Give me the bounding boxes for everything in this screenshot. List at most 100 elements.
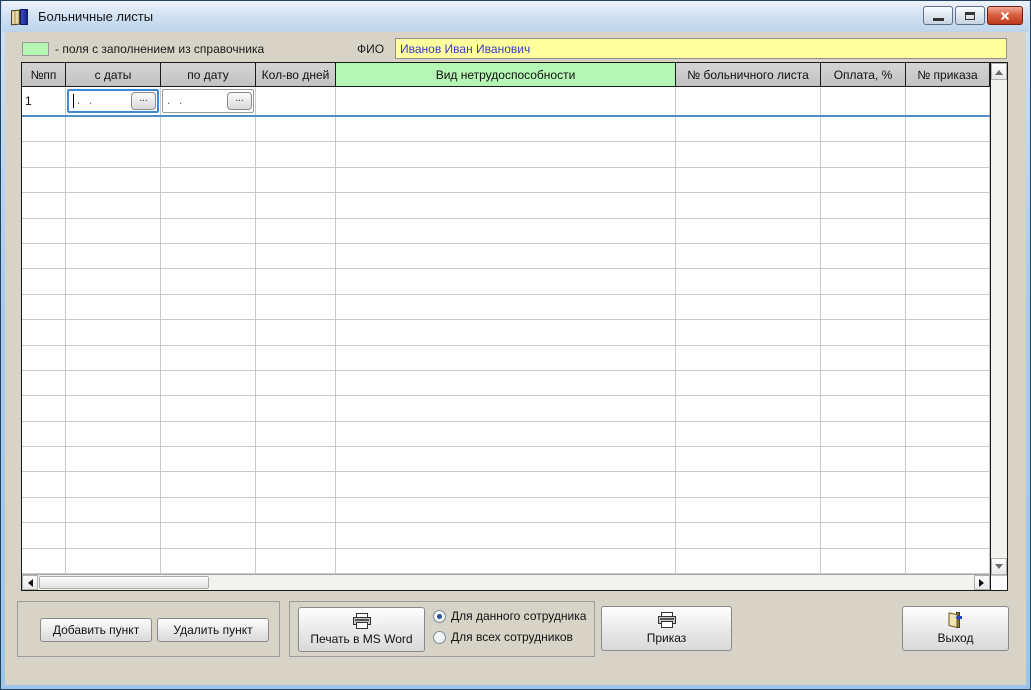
table-cell[interactable] (161, 193, 256, 218)
table-row[interactable] (22, 396, 990, 422)
table-cell[interactable] (161, 523, 256, 548)
table-row[interactable] (22, 345, 990, 371)
table-cell[interactable] (676, 243, 821, 269)
vertical-scrollbar[interactable] (990, 63, 1007, 590)
table-row[interactable] (22, 117, 990, 143)
table-cell[interactable] (821, 421, 906, 447)
horizontal-scrollbar[interactable] (22, 574, 990, 590)
table-cell[interactable] (336, 523, 676, 548)
table-cell[interactable] (821, 117, 906, 142)
radio-icon[interactable] (433, 630, 446, 644)
to-date-picker-button[interactable]: ... (227, 92, 252, 110)
table-row[interactable] (22, 370, 990, 397)
table-cell[interactable] (336, 117, 676, 142)
table-cell[interactable] (256, 523, 336, 548)
radio-icon[interactable] (433, 609, 446, 623)
table-row[interactable] (22, 142, 990, 168)
table-cell[interactable] (256, 320, 336, 345)
delete-item-button[interactable]: Удалить пункт (157, 618, 269, 642)
table-cell[interactable] (66, 472, 161, 497)
table-cell[interactable] (336, 447, 676, 472)
table-cell[interactable] (906, 117, 990, 142)
table-cell[interactable] (676, 117, 821, 142)
table-cell[interactable] (22, 320, 66, 345)
table-cell[interactable] (66, 193, 161, 218)
table-cell[interactable] (66, 269, 161, 294)
table-cell[interactable] (22, 243, 66, 269)
table-cell[interactable] (161, 548, 256, 574)
table-cell[interactable] (336, 167, 676, 193)
fio-input[interactable] (395, 38, 1007, 59)
table-cell[interactable] (22, 345, 66, 370)
radio-all-employees[interactable]: Для всех сотрудников (433, 630, 586, 644)
from-date-picker-button[interactable]: ... (131, 92, 156, 110)
table-cell[interactable] (22, 167, 66, 193)
table-cell[interactable] (256, 294, 336, 320)
table-cell[interactable] (821, 142, 906, 167)
table-cell[interactable] (256, 117, 336, 142)
table-cell[interactable] (676, 294, 821, 320)
table-row[interactable] (22, 193, 990, 219)
print-word-button[interactable]: Печать в MS Word (298, 607, 425, 652)
table-cell[interactable] (66, 294, 161, 320)
table-cell[interactable] (22, 370, 66, 396)
scroll-up-button[interactable] (991, 63, 1007, 80)
scroll-left-button[interactable] (22, 575, 38, 590)
table-row[interactable] (22, 497, 990, 524)
table-cell[interactable] (821, 294, 906, 320)
table-cell[interactable] (821, 320, 906, 345)
table-cell[interactable] (906, 472, 990, 497)
table-cell[interactable] (821, 243, 906, 269)
table-cell[interactable] (676, 167, 821, 193)
table-cell[interactable] (256, 345, 336, 370)
table-cell[interactable] (906, 243, 990, 269)
table-cell[interactable] (256, 396, 336, 421)
table-cell[interactable] (22, 548, 66, 574)
table-cell[interactable] (66, 396, 161, 421)
table-cell[interactable] (66, 523, 161, 548)
table-cell[interactable] (676, 548, 821, 574)
table-cell[interactable] (676, 193, 821, 218)
table-cell[interactable] (66, 243, 161, 269)
table-cell[interactable] (906, 142, 990, 167)
table-cell[interactable] (906, 370, 990, 396)
table-row[interactable] (22, 320, 990, 346)
table-cell[interactable] (22, 193, 66, 218)
table-cell[interactable] (336, 142, 676, 167)
table-cell[interactable] (66, 370, 161, 396)
table-cell[interactable] (161, 269, 256, 294)
table-cell[interactable] (161, 218, 256, 243)
table-cell[interactable] (256, 167, 336, 193)
table-cell[interactable] (66, 320, 161, 345)
table-cell[interactable] (161, 370, 256, 396)
disability-type-cell[interactable] (336, 87, 676, 115)
table-cell[interactable] (676, 497, 821, 523)
table-cell[interactable] (22, 218, 66, 243)
days-cell[interactable] (256, 87, 336, 115)
table-cell[interactable] (676, 320, 821, 345)
row-number-cell[interactable]: 1 (22, 87, 66, 115)
table-cell[interactable] (676, 472, 821, 497)
table-cell[interactable] (906, 523, 990, 548)
table-cell[interactable] (336, 370, 676, 396)
table-cell[interactable] (66, 497, 161, 523)
table-cell[interactable] (821, 497, 906, 523)
order-number-cell[interactable] (906, 87, 990, 115)
table-cell[interactable] (256, 218, 336, 243)
table-cell[interactable] (22, 294, 66, 320)
table-cell[interactable] (906, 320, 990, 345)
table-cell[interactable] (256, 472, 336, 497)
table-cell[interactable] (336, 345, 676, 370)
table-row[interactable] (22, 269, 990, 295)
table-cell[interactable] (256, 193, 336, 218)
table-cell[interactable] (821, 193, 906, 218)
table-cell[interactable] (821, 370, 906, 396)
table-cell[interactable] (66, 447, 161, 472)
table-cell[interactable] (906, 269, 990, 294)
from-date-cell[interactable]: . . ... (66, 87, 161, 115)
table-cell[interactable] (821, 167, 906, 193)
maximize-button[interactable] (955, 6, 985, 25)
table-cell[interactable] (22, 447, 66, 472)
to-date-cell[interactable]: . . ... (161, 87, 256, 115)
table-cell[interactable] (161, 447, 256, 472)
